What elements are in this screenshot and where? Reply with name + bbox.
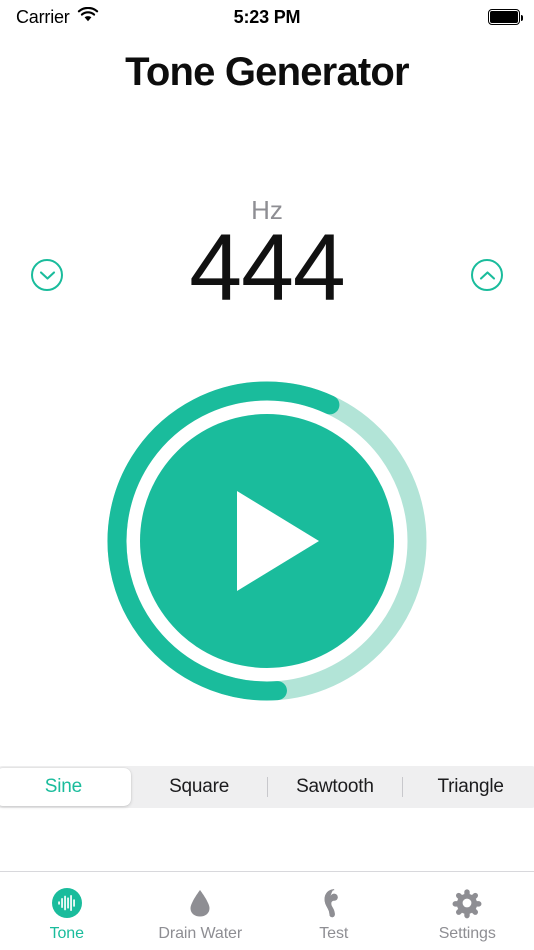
frequency-value: 444 — [189, 215, 346, 321]
play-button[interactable] — [140, 414, 394, 668]
chevron-down-circle-icon — [39, 270, 56, 281]
tab-label: Test — [319, 925, 349, 942]
waveform-option-label: Square — [169, 776, 230, 797]
tab-tone[interactable]: Tone — [0, 872, 134, 950]
waveform-option-label: Sawtooth — [296, 776, 374, 797]
play-triangle-icon — [237, 491, 319, 591]
tab-label: Tone — [49, 925, 84, 942]
tab-label: Settings — [438, 925, 496, 942]
waveform-option-sawtooth[interactable]: Sawtooth — [268, 768, 403, 806]
ear-icon — [317, 886, 351, 920]
tone-waveform-icon — [50, 886, 84, 920]
tab-test[interactable]: Test — [267, 872, 401, 950]
tab-bar: Tone Drain Water Test Settings — [0, 872, 534, 950]
tab-label: Drain Water — [158, 925, 243, 942]
waveform-option-triangle[interactable]: Triangle — [403, 768, 534, 806]
waveform-option-square[interactable]: Square — [132, 768, 267, 806]
chevron-up-circle-icon — [479, 270, 496, 281]
player-control — [107, 381, 427, 701]
water-drop-icon — [183, 886, 217, 920]
status-bar-right — [488, 9, 523, 25]
battery-full-icon — [488, 9, 523, 25]
tab-settings[interactable]: Settings — [401, 872, 534, 950]
waveform-option-label: Triangle — [437, 776, 504, 797]
page-title: Tone Generator — [125, 50, 409, 94]
status-bar-time: 5:23 PM — [233, 6, 301, 27]
waveform-segmented-control[interactable]: Sine Square Sawtooth Triangle — [0, 766, 534, 808]
app-screen: Carrier 5:23 PM Tone Generator Hz 444 Si… — [0, 0, 534, 950]
waveform-option-label: Sine — [44, 776, 82, 797]
frequency-display: Hz 444 — [0, 195, 534, 325]
status-bar: Carrier 5:23 PM — [0, 0, 534, 34]
increase-frequency-button[interactable] — [471, 259, 503, 291]
gear-icon — [450, 886, 484, 920]
decrease-frequency-button[interactable] — [31, 259, 63, 291]
tab-drain-water[interactable]: Drain Water — [134, 872, 268, 950]
waveform-option-sine[interactable]: Sine — [0, 768, 131, 806]
